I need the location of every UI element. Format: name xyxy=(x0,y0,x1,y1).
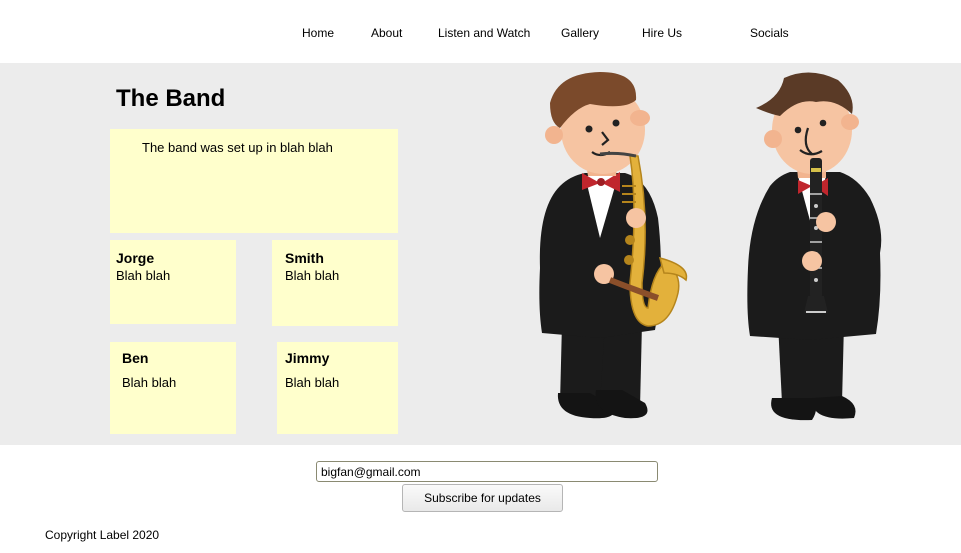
nav-home[interactable]: Home xyxy=(302,26,334,40)
page-title: The Band xyxy=(116,85,226,112)
nav-gallery[interactable]: Gallery xyxy=(561,26,599,40)
member-bio: Blah blah xyxy=(116,268,171,283)
member-bio: Blah blah xyxy=(122,375,177,390)
member-name: Jimmy xyxy=(285,350,330,366)
subscribe-button[interactable]: Subscribe for updates xyxy=(402,484,563,512)
nav-about[interactable]: About xyxy=(371,26,402,40)
band-intro-card: The band was set up in blah blah xyxy=(110,129,398,233)
member-card-jorge: Jorge Blah blah xyxy=(110,240,236,324)
nav-listen-and-watch[interactable]: Listen and Watch xyxy=(438,26,530,40)
member-bio: Blah blah xyxy=(285,268,340,283)
member-name: Smith xyxy=(285,250,324,266)
member-card-ben: Ben Blah blah xyxy=(110,342,236,434)
member-name: Ben xyxy=(122,350,149,366)
saxophone-player-illustration xyxy=(539,72,688,419)
top-nav: Home About Listen and Watch Gallery Hire… xyxy=(0,0,961,63)
email-input[interactable] xyxy=(316,461,658,482)
member-card-jimmy: Jimmy Blah blah xyxy=(277,342,398,434)
clarinet-player-illustration xyxy=(747,72,882,421)
nav-socials[interactable]: Socials xyxy=(750,26,789,40)
member-name: Jorge xyxy=(116,250,155,266)
nav-hire-us[interactable]: Hire Us xyxy=(642,26,682,40)
member-bio: Blah blah xyxy=(285,375,340,390)
copyright-text: Copyright Label 2020 xyxy=(45,528,160,542)
band-intro-text: The band was set up in blah blah xyxy=(142,140,333,155)
member-card-smith: Smith Blah blah xyxy=(272,240,398,326)
